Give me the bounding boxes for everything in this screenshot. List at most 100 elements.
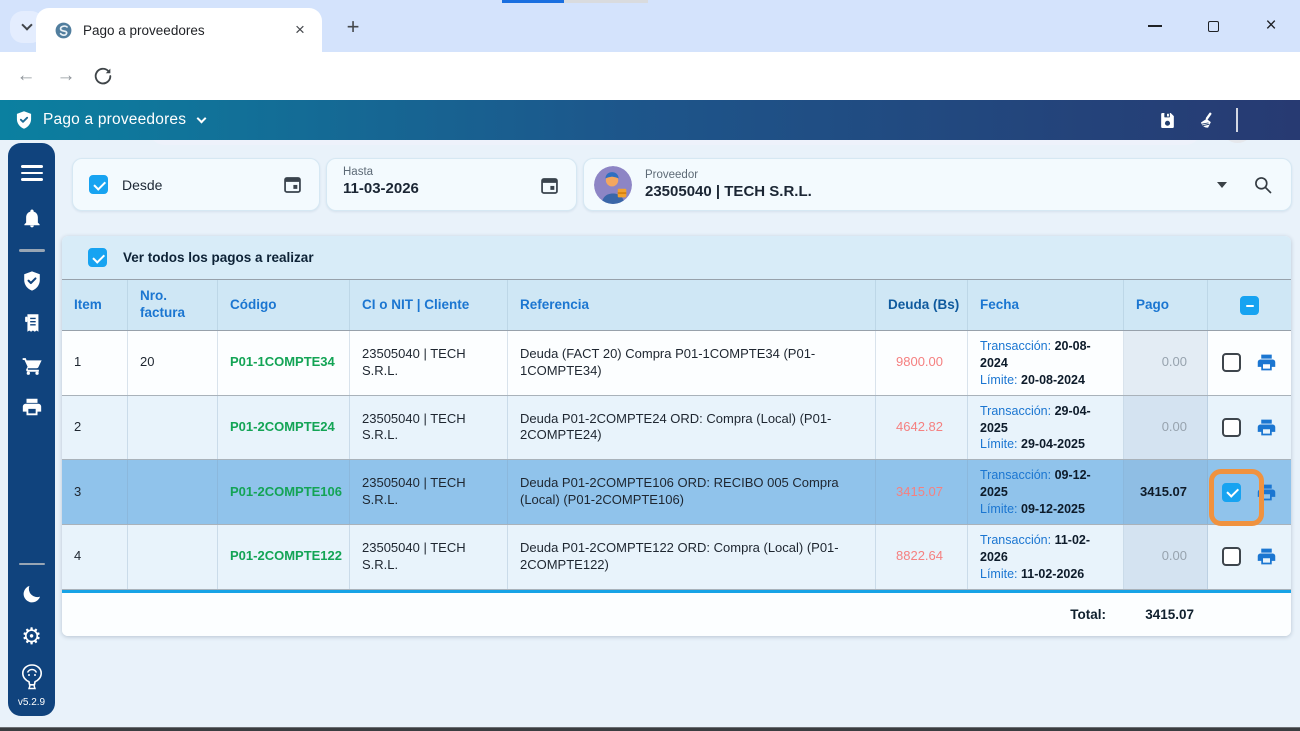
column-fecha: Fecha	[968, 280, 1124, 330]
cell-factura	[128, 395, 218, 460]
clear-broom-button[interactable]	[1197, 111, 1216, 130]
cell-codigo: P01-2COMPTE24	[218, 395, 350, 460]
restore-icon	[1207, 16, 1224, 32]
forward-button[interactable]: →	[52, 62, 80, 90]
print-row-icon[interactable]	[1256, 352, 1277, 373]
browser-tab[interactable]: Pago a proveedores ×	[36, 8, 322, 52]
cell-cliente: 23505040 | TECH S.R.L.	[350, 331, 508, 395]
cell-referencia: Deuda P01-2COMPTE24 ORD: Compra (Local) …	[508, 395, 876, 460]
print-row-icon[interactable]	[1256, 546, 1277, 567]
sidebar-divider	[18, 249, 45, 252]
cell-pago: 0.00	[1124, 331, 1208, 395]
search-icon[interactable]	[1253, 175, 1273, 195]
favicon-icon	[55, 22, 72, 38]
menu-button[interactable]	[20, 165, 43, 181]
cell-codigo: P01-1COMPTE34	[218, 331, 350, 395]
bottom-window-edge	[0, 727, 1300, 731]
cell-deuda: 8822.64	[876, 524, 968, 589]
row-pay-checkbox[interactable]	[1222, 482, 1241, 502]
cell-codigo: P01-2COMPTE106	[218, 460, 350, 524]
sidebar-item-invoice[interactable]	[21, 312, 43, 334]
header-divider	[1236, 108, 1238, 132]
save-button[interactable]	[1158, 111, 1177, 130]
show-all-label: Ver todos los pagos a realizar	[123, 250, 314, 265]
cell-cliente: 23505040 | TECH S.R.L.	[350, 524, 508, 589]
page-title: Pago a proveedores	[43, 111, 187, 128]
sidebar: ⚙ v5.2.9	[8, 143, 55, 716]
row-pay-checkbox[interactable]	[1222, 353, 1241, 373]
minimize-icon	[1148, 25, 1162, 27]
sidebar-item-printer[interactable]	[21, 396, 43, 418]
payments-panel: Ver todos los pagos a realizar Item Nro.…	[62, 236, 1291, 636]
window-controls: ×	[1126, 0, 1300, 52]
tab-close-icon[interactable]: ×	[290, 20, 310, 40]
tab-title: Pago a proveedores	[83, 22, 205, 38]
cell-deuda: 9800.00	[876, 331, 968, 395]
calendar-icon[interactable]	[282, 174, 303, 195]
cell-pago: 0.00	[1124, 395, 1208, 460]
new-tab-button[interactable]: +	[338, 12, 368, 42]
window-minimize-button[interactable]	[1126, 0, 1184, 52]
table-row[interactable]: 3 P01-2COMPTE106 23505040 | TECH S.R.L. …	[62, 460, 1291, 526]
shield-check-icon	[16, 111, 32, 129]
checkbox-wrapper	[1222, 417, 1241, 437]
cell-factura	[128, 524, 218, 589]
print-row-icon[interactable]	[1256, 482, 1277, 503]
table-row[interactable]: 1 20 P01-1COMPTE34 23505040 | TECH S.R.L…	[62, 331, 1291, 396]
proveedor-value: 23505040 | TECH S.R.L.	[645, 183, 812, 200]
reload-button[interactable]	[92, 65, 114, 87]
cell-deuda: 3415.07	[876, 460, 968, 524]
select-all-checkbox[interactable]	[1240, 295, 1259, 315]
cell-cliente: 23505040 | TECH S.R.L.	[350, 395, 508, 460]
sidebar-divider-bottom	[18, 562, 45, 565]
cell-item: 3	[62, 460, 128, 524]
cell-cliente: 23505040 | TECH S.R.L.	[350, 460, 508, 524]
cell-fecha: Transacción: 29-04-2025 Límite: 29-04-20…	[968, 395, 1124, 460]
cell-item: 1	[62, 331, 128, 395]
tab-strip: Pago a proveedores × + ×	[0, 0, 1300, 52]
cell-actions	[1208, 525, 1291, 589]
table-row[interactable]: 4 P01-2COMPTE122 23505040 | TECH S.R.L. …	[62, 524, 1291, 590]
filter-desde[interactable]: Desde	[72, 158, 320, 211]
desde-checkbox[interactable]	[89, 175, 108, 194]
cell-actions	[1208, 331, 1291, 395]
total-label: Total:	[1070, 606, 1106, 622]
show-all-checkbox[interactable]	[88, 248, 107, 267]
calendar-icon[interactable]	[539, 175, 560, 196]
proveedor-text: Proveedor 23505040 | TECH S.R.L.	[645, 169, 1217, 200]
cell-fecha: Transacción: 11-02-2026 Límite: 11-02-20…	[968, 524, 1124, 589]
dropdown-caret-icon[interactable]	[1217, 181, 1227, 188]
title-chevron-icon[interactable]	[196, 113, 207, 124]
filter-proveedor[interactable]: Proveedor 23505040 | TECH S.R.L.	[583, 158, 1292, 211]
column-cliente: CI o NIT | Cliente	[350, 280, 508, 330]
cell-actions	[1208, 460, 1291, 526]
filter-hasta[interactable]: Hasta 11-03-2026	[326, 158, 577, 211]
settings-gear-icon[interactable]: ⚙	[20, 625, 44, 649]
table-row[interactable]: 2 P01-2COMPTE24 23505040 | TECH S.R.L. D…	[62, 395, 1291, 461]
window-close-button[interactable]: ×	[1242, 0, 1300, 52]
row-pay-checkbox[interactable]	[1222, 417, 1241, 437]
print-row-icon[interactable]	[1256, 417, 1277, 438]
column-deuda: Deuda (Bs)	[876, 280, 968, 330]
window-maximize-button[interactable]	[1184, 0, 1242, 52]
column-codigo: Código	[218, 280, 350, 330]
cell-referencia: Deuda P01-2COMPTE122 ORD: Compra (Local)…	[508, 524, 876, 589]
row-pay-checkbox[interactable]	[1222, 547, 1241, 567]
checkbox-wrapper	[1222, 353, 1241, 373]
dark-mode-moon-icon[interactable]	[21, 583, 43, 605]
sidebar-item-cart[interactable]	[21, 354, 43, 376]
sidebar-item-shield[interactable]	[21, 270, 43, 292]
browser-window: Pago a proveedores × + × ← → ⋮	[0, 0, 1300, 731]
total-value: 3415.07	[1145, 606, 1194, 622]
notifications-bell-icon[interactable]	[21, 207, 43, 229]
top-accent-blue	[502, 0, 564, 3]
proveedor-label: Proveedor	[645, 169, 699, 181]
back-button[interactable]: ←	[12, 62, 40, 90]
app-version: v5.2.9	[17, 697, 46, 708]
cell-fecha: Transacción: 09-12-2025 Límite: 09-12-20…	[968, 460, 1124, 524]
top-accent-gray	[564, 0, 648, 3]
chevron-down-icon	[21, 19, 33, 31]
desde-label: Desde	[122, 176, 163, 193]
checkbox-wrapper	[1222, 547, 1241, 567]
cell-referencia: Deuda P01-2COMPTE106 ORD: RECIBO 005 Com…	[508, 460, 876, 524]
